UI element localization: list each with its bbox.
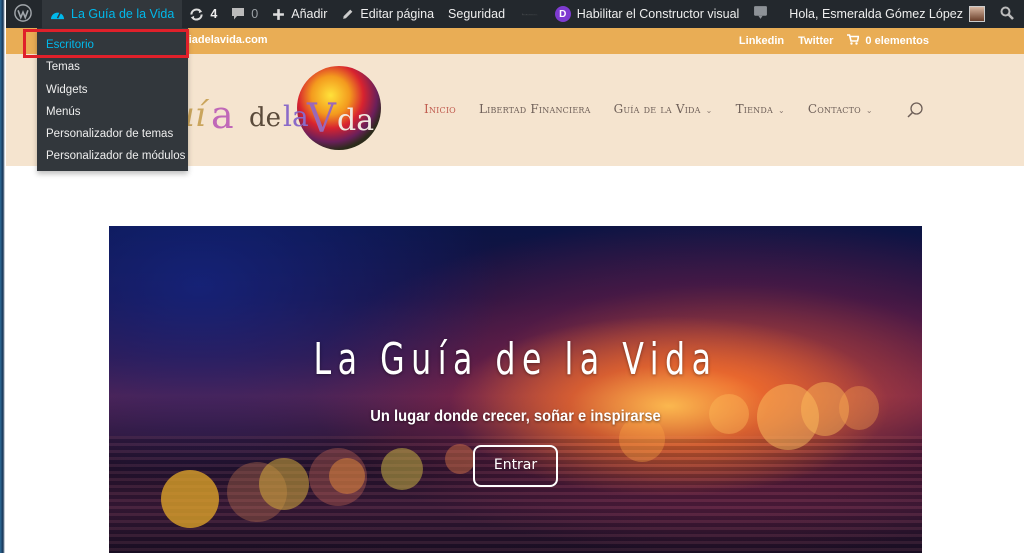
user-greeting: Hola, Esmeralda Gómez López	[789, 7, 963, 21]
edit-page-button[interactable]: Editar página	[334, 0, 441, 28]
visual-builder-label: Habilitar el Constructor visual	[576, 7, 740, 21]
bokeh-light	[381, 448, 423, 490]
comments-count: 0	[251, 7, 259, 21]
add-new-label: Añadir	[291, 7, 328, 21]
hero-subtitle: Un lugar donde crecer, soñar e inspirars…	[370, 408, 661, 425]
cart-link[interactable]: 0 elementos	[847, 34, 929, 48]
svg-text:la: la	[283, 100, 309, 133]
svg-text:da: da	[337, 103, 374, 138]
chevron-down-icon: ⌄	[865, 106, 873, 115]
search-icon	[1000, 6, 1014, 23]
nav-item-libertad-financiera[interactable]: Libertad Financiera	[479, 102, 591, 116]
menu-item-menus[interactable]: Menús	[37, 101, 188, 123]
edit-page-label: Editar página	[360, 7, 435, 21]
add-new-button[interactable]: Añadir	[265, 0, 334, 28]
menu-item-escritorio[interactable]: Escritorio	[37, 34, 188, 56]
nav-item-inicio[interactable]: Inicio	[424, 102, 456, 116]
updates-refresh-icon	[189, 7, 204, 22]
chevron-down-icon: ⌄	[705, 106, 713, 115]
notification-bubble-icon	[753, 5, 768, 23]
shopping-cart-icon	[847, 34, 860, 48]
browser-page: La Guía de la Vida 4 0 Añadir Editar pág…	[0, 0, 1024, 553]
menu-item-personalizador-temas[interactable]: Personalizador de temas	[37, 123, 188, 145]
menu-item-personalizador-modulos[interactable]: Personalizador de módulos	[37, 145, 188, 167]
plus-icon	[272, 8, 285, 21]
nav-item-contacto[interactable]: Contacto ⌄	[808, 102, 873, 116]
wordpress-icon	[14, 3, 32, 25]
bokeh-light	[329, 458, 365, 494]
site-url-text: uiadelavida.com	[182, 34, 268, 46]
svg-text:V: V	[306, 96, 337, 142]
updates-button[interactable]: 4	[182, 0, 224, 28]
hero-banner: La Guía de la Vida Un lugar donde crecer…	[109, 226, 922, 553]
site-name-label: La Guía de la Vida	[71, 7, 175, 21]
nav-item-label: Guía de la Vida	[613, 102, 701, 116]
enter-button[interactable]: Entrar	[473, 445, 558, 487]
nav-item-label: Tienda	[735, 102, 773, 116]
bokeh-light	[259, 458, 309, 510]
dashboard-gauge-icon	[50, 8, 65, 21]
wp-admin-bar: La Guía de la Vida 4 0 Añadir Editar pág…	[6, 0, 1024, 28]
nav-item-guia-de-la-vida[interactable]: Guía de la Vida ⌄	[614, 102, 713, 116]
comments-button[interactable]: 0	[224, 0, 265, 28]
security-label: Seguridad	[448, 7, 506, 21]
security-button[interactable]: Seguridad	[441, 0, 512, 28]
bokeh-light	[445, 444, 475, 474]
twitter-link[interactable]: Twitter	[798, 35, 833, 47]
visual-builder-button[interactable]: D Habilitar el Constructor visual	[548, 0, 747, 28]
svg-text:de: de	[249, 103, 281, 133]
wordpress-logo-button[interactable]	[6, 0, 42, 28]
comment-bubble-icon	[231, 7, 245, 21]
chevron-down-icon: ⌄	[777, 106, 785, 115]
user-account-menu[interactable]: Hola, Esmeralda Gómez López	[782, 0, 992, 28]
menu-item-temas[interactable]: Temas	[37, 56, 188, 78]
updates-count: 4	[210, 7, 218, 21]
site-name-menu[interactable]: La Guía de la Vida	[42, 0, 183, 28]
notifications-button[interactable]	[746, 0, 782, 28]
linkedin-link[interactable]: Linkedin	[739, 35, 784, 47]
site-name-dropdown: Escritorio Temas Widgets Menús Personali…	[37, 28, 188, 171]
hero-title: La Guía de la Vida	[313, 334, 718, 385]
admin-search-button[interactable]	[992, 0, 1024, 28]
svg-text:a: a	[211, 93, 234, 137]
header-search-icon[interactable]	[906, 101, 924, 119]
main-navigation: Inicio Libertad Financiera Guía de la Vi…	[424, 102, 873, 116]
traffic-sparkline[interactable]	[522, 7, 538, 21]
nav-item-label: Contacto	[807, 102, 861, 116]
window-edge	[0, 0, 6, 553]
user-avatar	[969, 6, 985, 22]
cart-count-label: 0 elementos	[865, 35, 929, 47]
divi-logo-icon: D	[554, 6, 571, 22]
menu-item-widgets[interactable]: Widgets	[37, 79, 188, 101]
site-logo[interactable]: uí a de la V da	[171, 66, 381, 154]
nav-item-tienda[interactable]: Tienda ⌄	[736, 102, 785, 116]
bokeh-light	[161, 470, 219, 528]
pencil-icon	[341, 8, 354, 21]
